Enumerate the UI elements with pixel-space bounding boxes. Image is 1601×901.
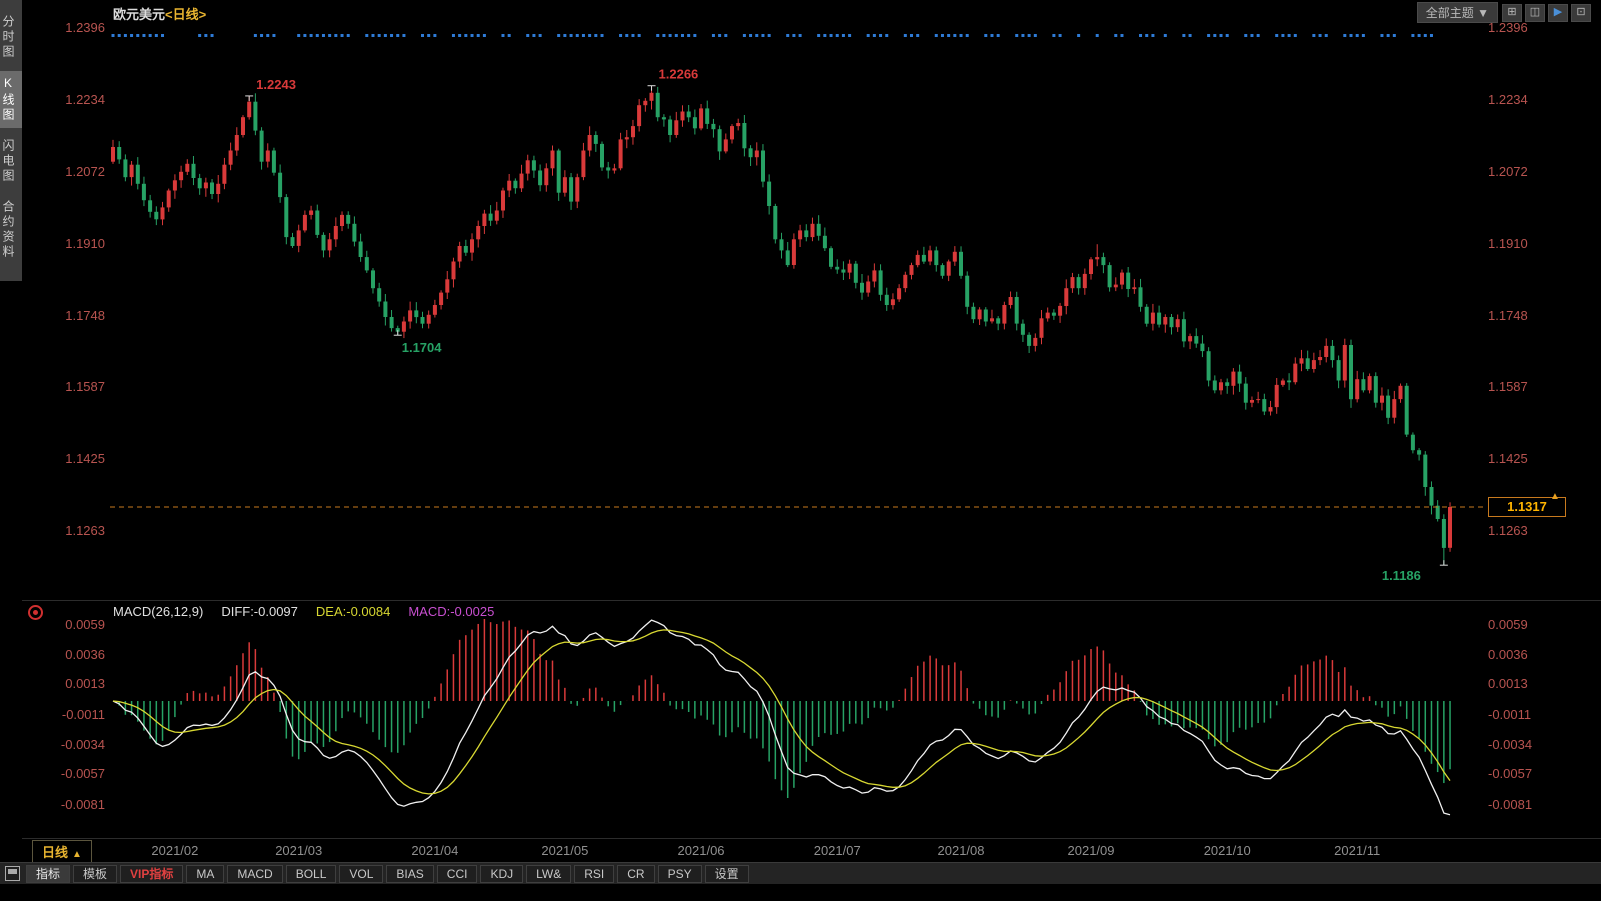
annotations-layer: 1.2243 1.2266 1.1704 1.1186 (110, 67, 1484, 583)
month-label: 2021/04 (407, 843, 463, 858)
toolbar-item-CCI[interactable]: CCI (437, 865, 478, 883)
indicator-dot-icon[interactable] (28, 605, 43, 620)
sidebar-item-闪电图[interactable]: 闪电图 (0, 134, 22, 189)
y-axis-label: 1.1263 (1488, 523, 1528, 539)
month-label: 2021/03 (271, 843, 327, 858)
layout-grid-icon[interactable]: ⊞ (1502, 4, 1522, 22)
chart-title: 欧元美元<日线> (113, 4, 206, 23)
toolbar-item-设置[interactable]: 设置 (705, 865, 749, 883)
y-axis-label: 0.0059 (1488, 617, 1528, 633)
x-axis: 日线 ▲ 2021/02 2021/03 2021/04 2021/05 2021/06 2… (0, 838, 1601, 862)
month-label: 2021/09 (1063, 843, 1119, 858)
y-axis-label: 1.1587 (1488, 379, 1528, 395)
triangle-up-icon: ▲ (72, 849, 82, 860)
y-axis-label: 1.1587 (35, 379, 105, 395)
toolbar-item-MACD[interactable]: MACD (227, 865, 282, 883)
svg-text:1.2266: 1.2266 (659, 67, 699, 82)
price-arrow-icon: ▲ (1550, 491, 1560, 502)
toolbar-item-CR[interactable]: CR (617, 865, 654, 883)
svg-text:1.2243: 1.2243 (256, 77, 296, 92)
signal-dots-layer (112, 34, 1433, 37)
y-axis-label: 1.2072 (35, 164, 105, 180)
period-tab-label: 日线 (42, 845, 68, 860)
month-label: 2021/11 (1329, 843, 1385, 858)
panel-icon[interactable] (5, 866, 20, 881)
y-axis-label: 1.2396 (35, 20, 105, 36)
macd-diff-value: DIFF:-0.0097 (221, 604, 298, 619)
macd-dea-value: DEA:-0.0084 (316, 604, 390, 619)
y-axis-label: -0.0057 (1488, 766, 1532, 782)
y-axis-label: 0.0013 (35, 676, 105, 692)
snapshot-icon[interactable]: ⊡ (1571, 4, 1591, 22)
toolbar-item-VOL[interactable]: VOL (339, 865, 383, 883)
theme-dropdown[interactable]: 全部主题 ▼ (1417, 2, 1498, 23)
y-axis-label: 1.1910 (1488, 236, 1528, 252)
macd-header: MACD(26,12,9) DIFF:-0.0097 DEA:-0.0084 M… (113, 604, 494, 619)
y-axis-label: 0.0036 (1488, 647, 1528, 663)
month-label: 2021/06 (673, 843, 729, 858)
top-controls: 全部主题 ▼ ⊞◫▶⊡ (1417, 2, 1591, 23)
y-axis-label: 0.0036 (35, 647, 105, 663)
y-axis-label: 1.2234 (1488, 92, 1528, 108)
toolbar-item-指标[interactable]: 指标 (26, 865, 70, 883)
layout-split-icon[interactable]: ◫ (1525, 4, 1545, 22)
y-axis-label: 1.2234 (35, 92, 105, 108)
macd-macd-value: MACD:-0.0025 (408, 604, 494, 619)
y-axis-label: -0.0011 (35, 707, 105, 723)
y-axis-label: -0.0081 (1488, 797, 1532, 813)
symbol-name: 欧元美元 (113, 7, 165, 22)
macd-title: MACD(26,12,9) (113, 604, 203, 619)
period-tab[interactable]: 日线 ▲ (32, 840, 92, 863)
toolbar-item-模板[interactable]: 模板 (73, 865, 117, 883)
y-axis-label: -0.0011 (1488, 707, 1531, 723)
sidebar-item-分时图[interactable]: 分时图 (0, 10, 22, 65)
period-tag: <日线> (165, 7, 206, 22)
toolbar-item-BOLL[interactable]: BOLL (286, 865, 337, 883)
month-label: 2021/08 (933, 843, 989, 858)
y-axis-label: 1.1263 (35, 523, 105, 539)
toolbar-item-MA[interactable]: MA (186, 865, 224, 883)
toolbar-item-RSI[interactable]: RSI (574, 865, 614, 883)
svg-text:1.1704: 1.1704 (402, 340, 443, 355)
y-axis-label: -0.0057 (35, 766, 105, 782)
macd-layer (113, 619, 1450, 815)
y-axis-label: 1.1748 (35, 308, 105, 324)
y-axis-label: 1.1910 (35, 236, 105, 252)
toolbar-item-BIAS[interactable]: BIAS (386, 865, 433, 883)
y-axis-label: 1.1425 (35, 451, 105, 467)
y-axis-label: 1.1425 (1488, 451, 1528, 467)
chart-canvas[interactable]: 1.2243 1.2266 1.1704 1.1186 (0, 0, 1601, 901)
y-axis-label: 1.2072 (1488, 164, 1528, 180)
y-axis-label: 0.0059 (35, 617, 105, 633)
y-axis-label: 0.0013 (1488, 676, 1528, 692)
toolbar-item-VIP指标[interactable]: VIP指标 (120, 865, 183, 883)
chevron-down-icon: ▼ (1477, 6, 1489, 20)
y-axis-label: 1.1748 (1488, 308, 1528, 324)
sidebar-item-K线图[interactable]: K线图 (0, 71, 22, 128)
month-label: 2021/05 (537, 843, 593, 858)
month-label: 2021/07 (809, 843, 865, 858)
toolbar-item-PSY[interactable]: PSY (658, 865, 702, 883)
candles-layer (111, 86, 1452, 566)
month-label: 2021/10 (1199, 843, 1255, 858)
y-axis-label: -0.0034 (35, 737, 105, 753)
indicator-toolbar: 指标模板VIP指标MAMACDBOLLVOLBIASCCIKDJLW&RSICR… (0, 862, 1601, 884)
left-sidebar: 分时图 K线图闪电图合约资料 (0, 0, 22, 281)
month-label: 2021/02 (147, 843, 203, 858)
svg-text:1.1186: 1.1186 (1382, 568, 1421, 583)
theme-dropdown-label: 全部主题 (1426, 6, 1474, 20)
toolbar-item-KDJ[interactable]: KDJ (480, 865, 523, 883)
y-axis-label: -0.0081 (35, 797, 105, 813)
play-icon[interactable]: ▶ (1548, 4, 1568, 22)
panel-divider (22, 600, 1601, 601)
sidebar-item-合约资料[interactable]: 合约资料 (0, 195, 22, 265)
window-icon-buttons: ⊞◫▶⊡ (1502, 4, 1591, 22)
y-axis-label: -0.0034 (1488, 737, 1532, 753)
toolbar-item-LW&[interactable]: LW& (526, 865, 571, 883)
